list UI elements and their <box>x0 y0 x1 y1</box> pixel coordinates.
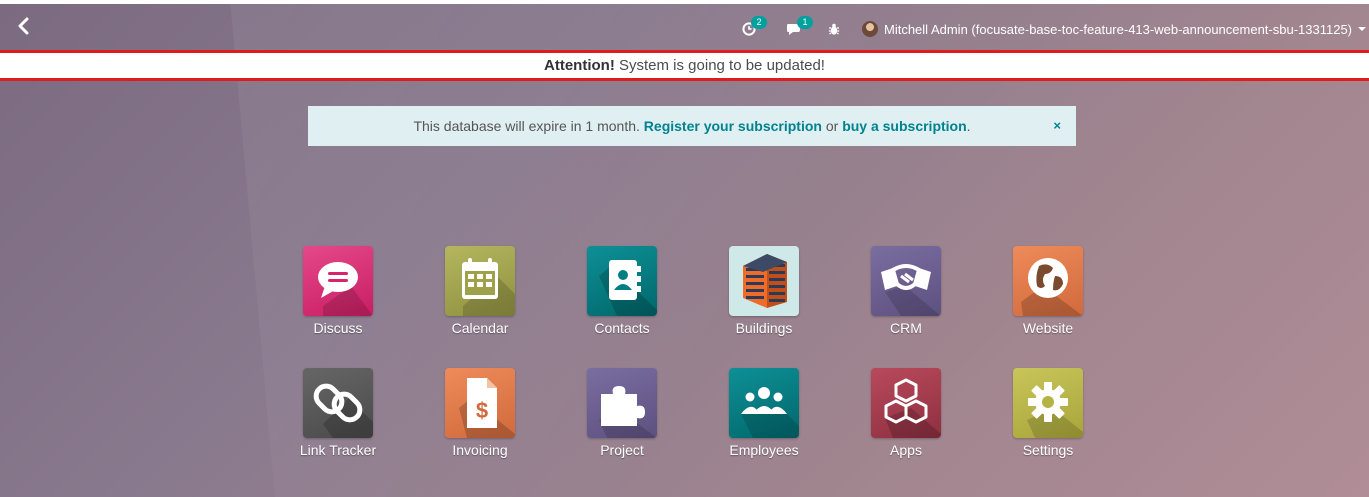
app-label: Apps <box>890 442 922 458</box>
app-tile <box>303 368 373 438</box>
app-label: Project <box>600 442 644 458</box>
cubes-icon <box>884 378 941 438</box>
app-link-tracker[interactable]: Link Tracker <box>267 368 409 458</box>
app-tile <box>729 368 799 438</box>
announcement-banner: Attention! System is going to be updated… <box>0 50 1369 81</box>
systray: 2 1 Mitchell Admin (focusate-base-toc-fe… <box>742 8 1369 50</box>
messaging-menu[interactable]: 1 <box>786 16 813 36</box>
activity-badge: 2 <box>750 16 767 29</box>
app-tile <box>871 246 941 316</box>
app-project[interactable]: Project <box>551 368 693 458</box>
app-tile <box>1013 368 1083 438</box>
app-employees[interactable]: Employees <box>693 368 835 458</box>
app-tile <box>445 246 515 316</box>
user-menu[interactable]: Mitchell Admin (focusate-base-toc-featur… <box>861 21 1369 37</box>
gear-icon <box>1027 382 1083 438</box>
app-tile <box>871 368 941 438</box>
app-tile <box>1013 246 1083 316</box>
app-invoicing[interactable]: $ Invoicing <box>409 368 551 458</box>
messages-badge: 1 <box>796 16 813 29</box>
announcement-text: System is going to be updated! <box>614 57 825 74</box>
puzzle-icon <box>599 386 657 438</box>
database-expiration-panel: This database will expire in 1 month. Re… <box>308 106 1076 146</box>
expiry-or: or <box>821 118 843 134</box>
user-name: Mitchell Admin (focusate-base-toc-featur… <box>883 21 1352 37</box>
chat-bubble-icon <box>318 262 373 316</box>
app-label: CRM <box>890 320 922 336</box>
close-expiry-button[interactable]: × <box>1053 106 1061 146</box>
buy-subscription-link[interactable]: buy a subscription <box>842 118 966 134</box>
app-tile <box>587 368 657 438</box>
app-crm[interactable]: CRM <box>835 246 977 336</box>
app-settings[interactable]: Settings <box>977 368 1119 458</box>
building-icon <box>743 254 787 308</box>
back-button[interactable] <box>12 14 34 38</box>
app-label: Employees <box>729 442 799 458</box>
app-label: Buildings <box>735 320 793 336</box>
app-discuss[interactable]: Discuss <box>267 246 409 336</box>
globe-icon <box>1021 258 1083 316</box>
app-label: Link Tracker <box>299 442 377 458</box>
handshake-icon <box>881 264 941 316</box>
register-subscription-link[interactable]: Register your subscription <box>644 118 822 134</box>
app-label: Calendar <box>451 320 509 336</box>
avatar <box>861 21 878 37</box>
expiry-period: . <box>966 118 971 134</box>
invoice-icon: $ <box>459 378 515 438</box>
activity-menu[interactable]: 2 <box>742 16 767 36</box>
app-calendar[interactable]: Calendar <box>409 246 551 336</box>
app-tile <box>729 246 799 316</box>
users-icon <box>741 387 799 438</box>
caret-down-icon <box>1358 27 1366 31</box>
announcement-strong: Attention! <box>544 57 615 74</box>
app-label: Website <box>1022 320 1074 336</box>
app-label: Settings <box>1022 442 1074 458</box>
svg-text:$: $ <box>476 398 488 423</box>
link-icon <box>313 383 373 438</box>
bug-icon <box>828 23 840 35</box>
address-book-icon <box>599 260 657 316</box>
calendar-icon <box>462 258 515 316</box>
app-tile <box>587 246 657 316</box>
app-label: Contacts <box>594 320 650 336</box>
app-buildings[interactable]: Buildings <box>693 246 835 336</box>
expiry-text: This database will expire in 1 month. <box>413 118 644 134</box>
chevron-left-icon <box>18 17 29 35</box>
app-label: Invoicing <box>452 442 508 458</box>
debug-menu[interactable] <box>828 23 840 36</box>
top-navbar: 2 1 Mitchell Admin (focusate-base-toc-fe… <box>0 0 1369 50</box>
app-apps[interactable]: Apps <box>835 368 977 458</box>
app-label: Discuss <box>313 320 363 336</box>
app-tile: $ <box>445 368 515 438</box>
app-website[interactable]: Website <box>977 246 1119 336</box>
app-contacts[interactable]: Contacts <box>551 246 693 336</box>
app-tile <box>303 246 373 316</box>
